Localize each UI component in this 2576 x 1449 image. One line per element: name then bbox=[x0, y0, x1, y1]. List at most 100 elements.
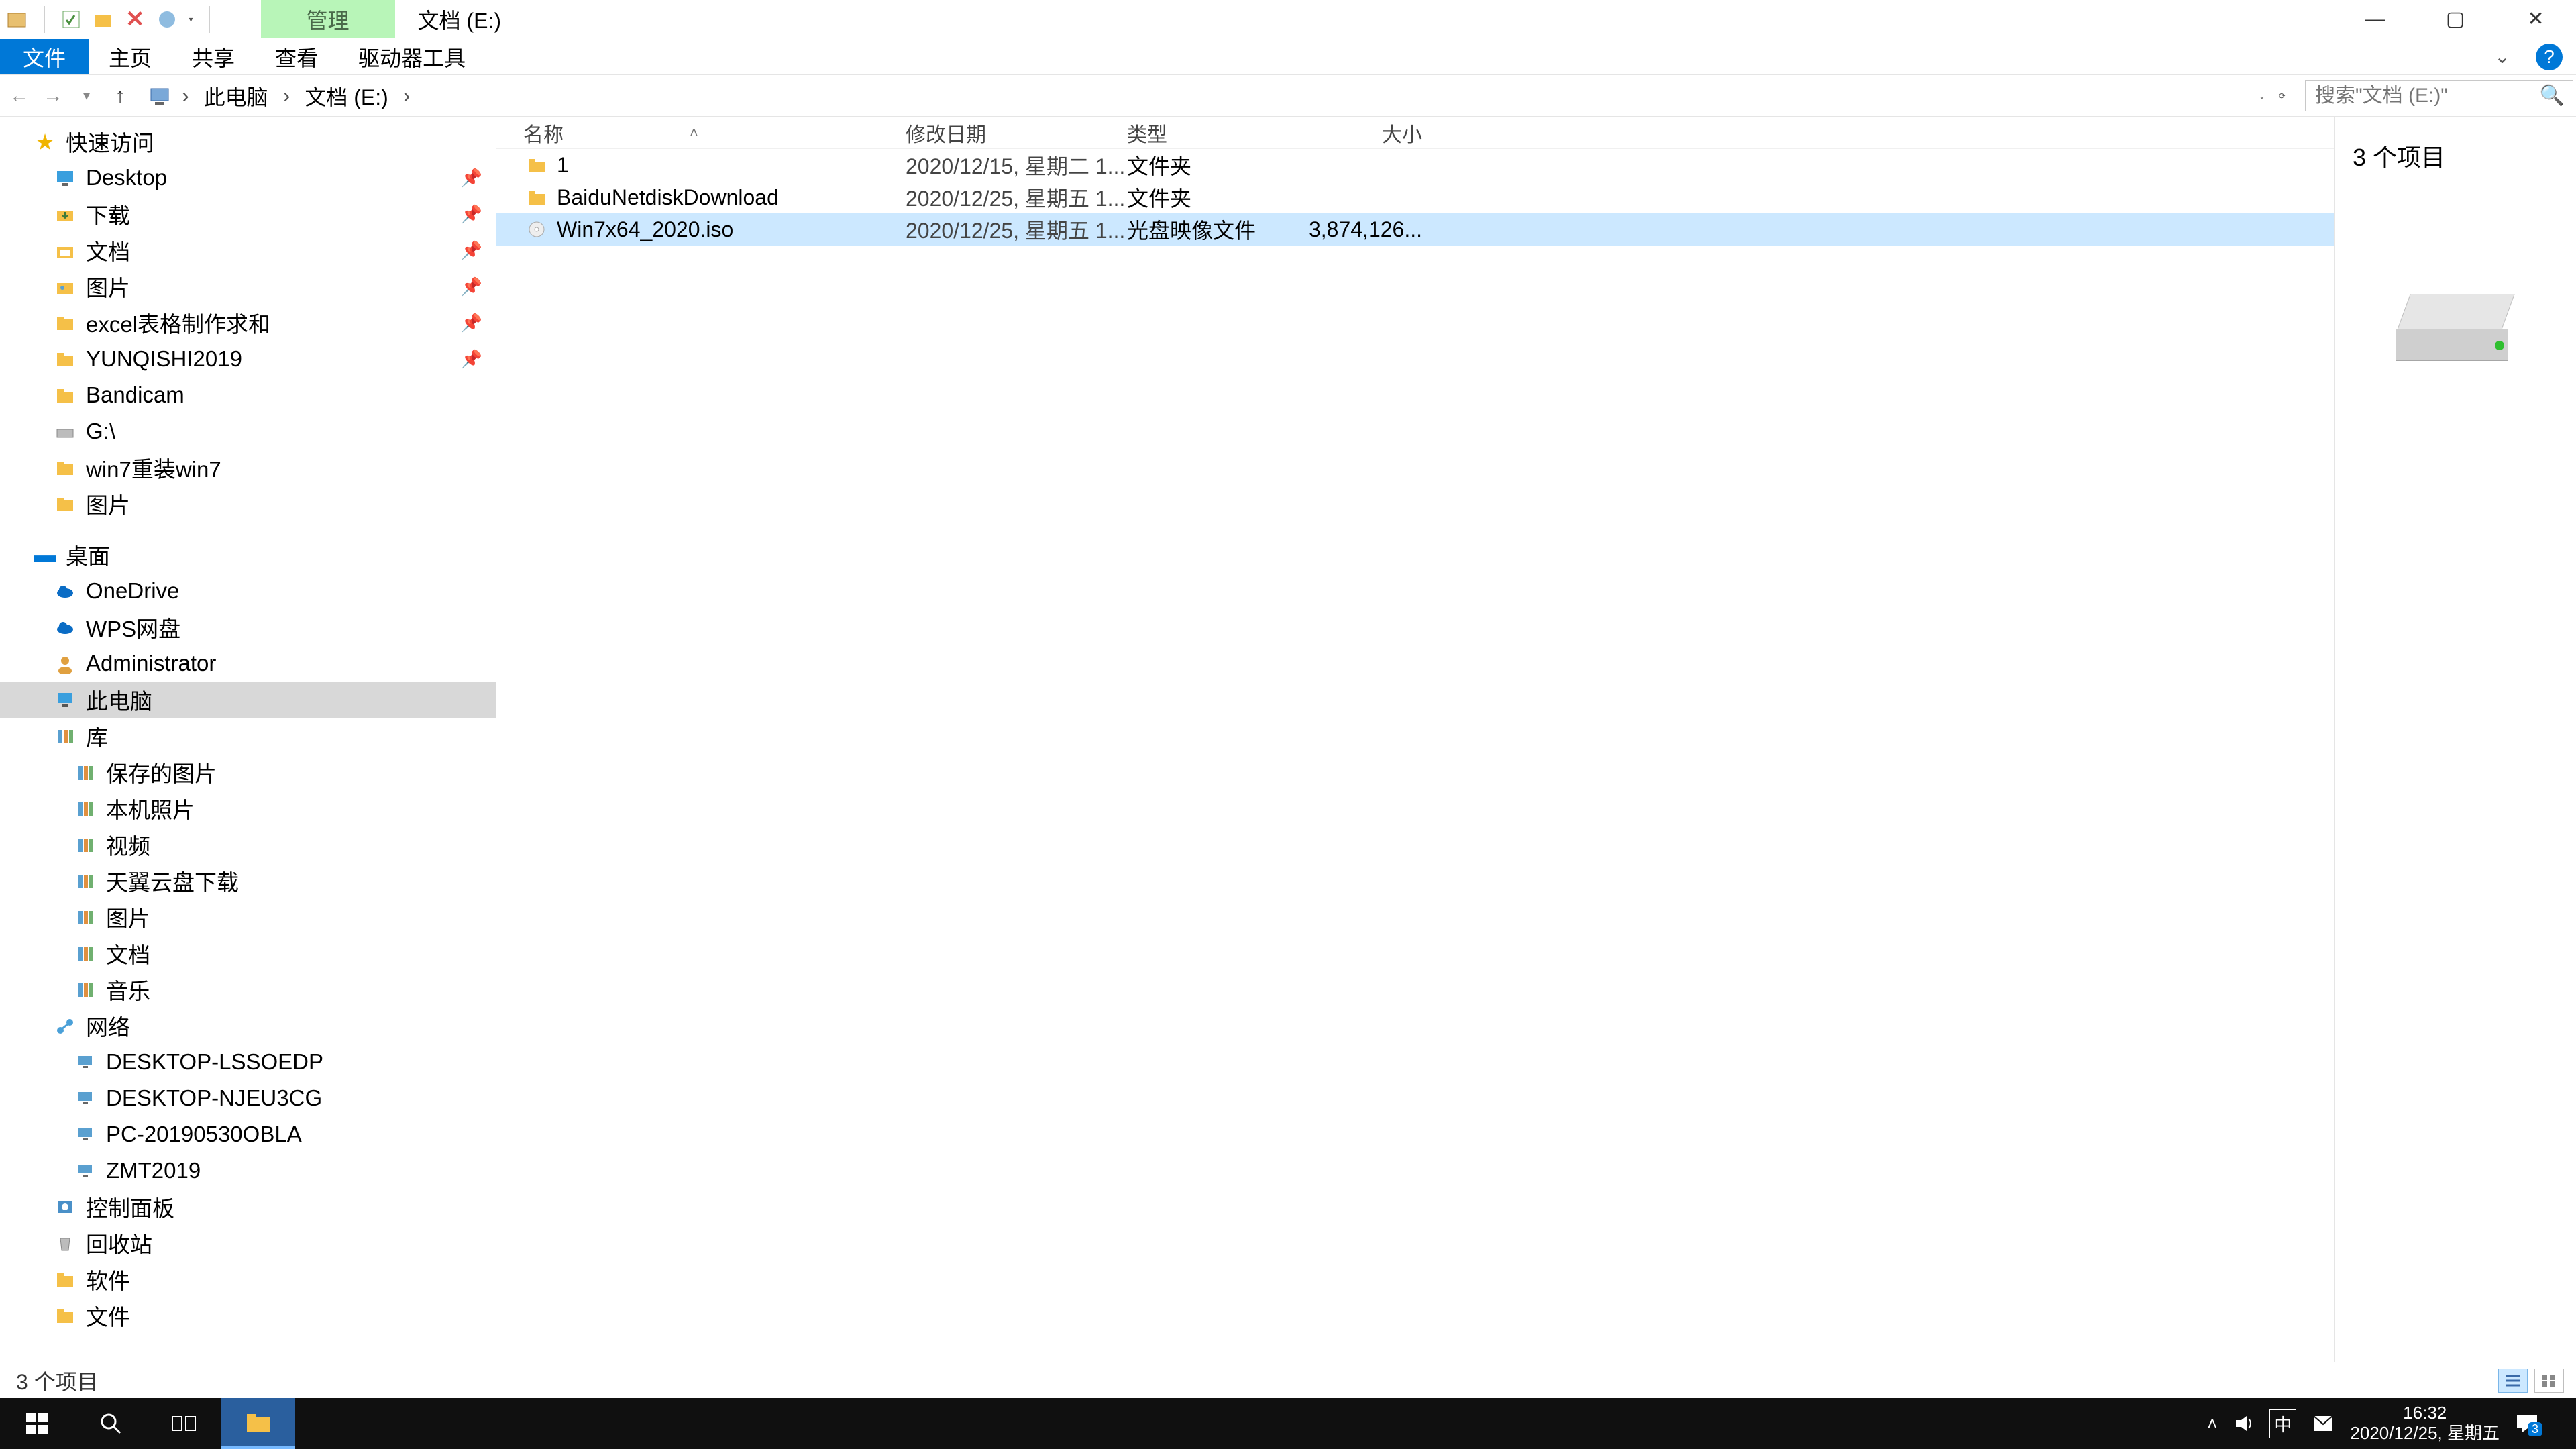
nav-item[interactable]: 库 bbox=[0, 718, 496, 754]
tab-drive-tools[interactable]: 驱动器工具 bbox=[338, 39, 486, 74]
nav-item[interactable]: 本机照片 bbox=[0, 790, 496, 826]
nav-item[interactable]: 视频 bbox=[0, 826, 496, 863]
title-bar: ✕ ▾ 管理 文档 (E:) — ▢ ✕ bbox=[0, 0, 2576, 39]
tab-home[interactable]: 主页 bbox=[89, 39, 172, 74]
help-icon[interactable]: ? bbox=[2536, 44, 2563, 70]
pc-icon bbox=[54, 688, 76, 711]
action-center-button[interactable]: 3 bbox=[2516, 1413, 2538, 1434]
address-dropdown-icon[interactable]: ⌄ bbox=[2259, 91, 2265, 101]
nav-item[interactable]: ZMT2019 bbox=[0, 1152, 496, 1189]
nav-item[interactable]: Administrator bbox=[0, 645, 496, 682]
nav-item[interactable]: win7重装win7 bbox=[0, 449, 496, 486]
qat-new-folder-icon[interactable] bbox=[93, 9, 113, 30]
nav-item[interactable]: 文件 bbox=[0, 1297, 496, 1334]
nav-item[interactable]: 下载📌 bbox=[0, 196, 496, 232]
crumb-current[interactable]: 文档 (E:) bbox=[301, 80, 392, 111]
tray-clock[interactable]: 16:32 2020/12/25, 星期五 bbox=[2350, 1403, 2500, 1444]
col-size[interactable]: 大小 bbox=[1308, 118, 1422, 148]
netpc-icon bbox=[74, 1051, 97, 1073]
system-tray: ˄ 中 16:32 2020/12/25, 星期五 3 bbox=[2207, 1398, 2576, 1449]
ribbon-expand-icon[interactable]: ⌄ bbox=[2489, 44, 2516, 70]
view-thumbnails-button[interactable] bbox=[2534, 1368, 2564, 1393]
file-row[interactable]: Win7x64_2020.iso2020/12/25, 星期五 1...光盘映像… bbox=[496, 213, 2334, 246]
nav-label: 音乐 bbox=[106, 973, 150, 1006]
nav-recent-icon[interactable]: ▾ bbox=[70, 79, 103, 113]
nav-label: 文档 bbox=[106, 937, 150, 969]
nav-item[interactable]: Desktop📌 bbox=[0, 160, 496, 196]
nav-desktop-root[interactable]: ▬ 桌面 bbox=[0, 537, 496, 573]
file-row[interactable]: BaiduNetdiskDownload2020/12/25, 星期五 1...… bbox=[496, 181, 2334, 213]
file-type: 文件夹 bbox=[1127, 182, 1308, 213]
cloud-icon bbox=[54, 616, 76, 639]
tray-overflow-icon[interactable]: ˄ bbox=[2207, 1413, 2217, 1434]
nav-back-button[interactable]: ← bbox=[3, 79, 36, 113]
nav-item[interactable]: 软件 bbox=[0, 1261, 496, 1297]
context-tab-manage[interactable]: 管理 bbox=[261, 0, 395, 38]
breadcrumb[interactable]: › 此电脑 › 文档 (E:) › ⌄ ⟳ bbox=[144, 80, 2296, 111]
show-desktop-button[interactable] bbox=[2555, 1403, 2564, 1444]
col-type[interactable]: 类型 bbox=[1127, 118, 1308, 148]
qat-more-icon[interactable]: ▾ bbox=[189, 15, 193, 24]
nav-item[interactable]: 回收站 bbox=[0, 1225, 496, 1261]
chevron-right-icon[interactable]: › bbox=[175, 83, 196, 108]
nav-quick-access[interactable]: ★ 快速访问 bbox=[0, 123, 496, 160]
nav-item[interactable]: G:\ bbox=[0, 413, 496, 449]
qat-undo-icon[interactable] bbox=[157, 9, 177, 30]
nav-item[interactable]: 天翼云盘下载 bbox=[0, 863, 496, 899]
desktop-icon: ▬ bbox=[34, 543, 56, 566]
nav-network[interactable]: 网络 bbox=[0, 1008, 496, 1044]
col-name[interactable]: 名称 ˄ bbox=[523, 118, 906, 148]
nav-up-button[interactable]: ↑ bbox=[103, 79, 137, 113]
nav-item[interactable]: 文档 bbox=[0, 935, 496, 971]
view-details-button[interactable] bbox=[2498, 1368, 2528, 1393]
lib-icon bbox=[54, 724, 76, 747]
nav-item[interactable]: 图片 bbox=[0, 486, 496, 522]
tray-volume-icon[interactable] bbox=[2233, 1413, 2253, 1434]
nav-item[interactable]: 音乐 bbox=[0, 971, 496, 1008]
nav-item[interactable]: DESKTOP-NJEU3CG bbox=[0, 1080, 496, 1116]
nav-item[interactable]: 图片📌 bbox=[0, 268, 496, 305]
tray-mail-icon[interactable] bbox=[2312, 1415, 2334, 1432]
nav-label: 软件 bbox=[86, 1263, 130, 1295]
nav-item[interactable]: 保存的图片 bbox=[0, 754, 496, 790]
taskbar-explorer-button[interactable] bbox=[221, 1398, 295, 1449]
nav-item[interactable]: WPS网盘 bbox=[0, 609, 496, 645]
nav-item[interactable]: 文档📌 bbox=[0, 232, 496, 268]
file-row[interactable]: 12020/12/15, 星期二 1...文件夹 bbox=[496, 149, 2334, 181]
nav-label: G:\ bbox=[86, 419, 115, 444]
search-icon[interactable]: 🔍 bbox=[2540, 84, 2565, 107]
nav-item[interactable]: 图片 bbox=[0, 899, 496, 935]
tab-share[interactable]: 共享 bbox=[172, 39, 255, 74]
nav-item[interactable]: 控制面板 bbox=[0, 1189, 496, 1225]
nav-item[interactable]: PC-20190530OBLA bbox=[0, 1116, 496, 1152]
start-button[interactable] bbox=[0, 1398, 74, 1449]
chevron-right-icon[interactable]: › bbox=[396, 83, 417, 108]
maximize-button[interactable]: ▢ bbox=[2415, 0, 2496, 38]
col-date[interactable]: 修改日期 bbox=[906, 118, 1127, 148]
nav-label: ZMT2019 bbox=[106, 1158, 201, 1183]
nav-item[interactable]: 此电脑 bbox=[0, 682, 496, 718]
minimize-button[interactable]: — bbox=[2334, 0, 2415, 38]
file-name: 1 bbox=[550, 153, 906, 178]
qat-properties-icon[interactable] bbox=[61, 9, 81, 30]
close-button[interactable]: ✕ bbox=[2496, 0, 2576, 38]
chevron-right-icon[interactable]: › bbox=[276, 83, 297, 108]
nav-forward-button[interactable]: → bbox=[36, 79, 70, 113]
tray-ime-indicator[interactable]: 中 bbox=[2269, 1409, 2296, 1438]
search-input[interactable] bbox=[2315, 85, 2563, 107]
nav-item[interactable]: excel表格制作求和📌 bbox=[0, 305, 496, 341]
qat-delete-icon[interactable]: ✕ bbox=[125, 6, 145, 33]
refresh-icon[interactable]: ⟳ bbox=[2279, 91, 2286, 101]
nav-item[interactable]: Bandicam bbox=[0, 377, 496, 413]
qat-separator-2 bbox=[209, 6, 210, 33]
nav-item[interactable]: DESKTOP-LSSOEDP bbox=[0, 1044, 496, 1080]
nav-item[interactable]: OneDrive bbox=[0, 573, 496, 609]
tab-view[interactable]: 查看 bbox=[255, 39, 338, 74]
crumb-this-pc[interactable]: 此电脑 bbox=[200, 80, 272, 111]
task-view-button[interactable] bbox=[148, 1398, 221, 1449]
tab-file[interactable]: 文件 bbox=[0, 39, 89, 74]
taskbar-search-button[interactable] bbox=[74, 1398, 148, 1449]
nav-item[interactable]: YUNQISHI2019📌 bbox=[0, 341, 496, 377]
search-box[interactable]: 🔍 bbox=[2305, 80, 2573, 111]
address-bar: ← → ▾ ↑ › 此电脑 › 文档 (E:) › ⌄ ⟳ 🔍 bbox=[0, 75, 2576, 117]
